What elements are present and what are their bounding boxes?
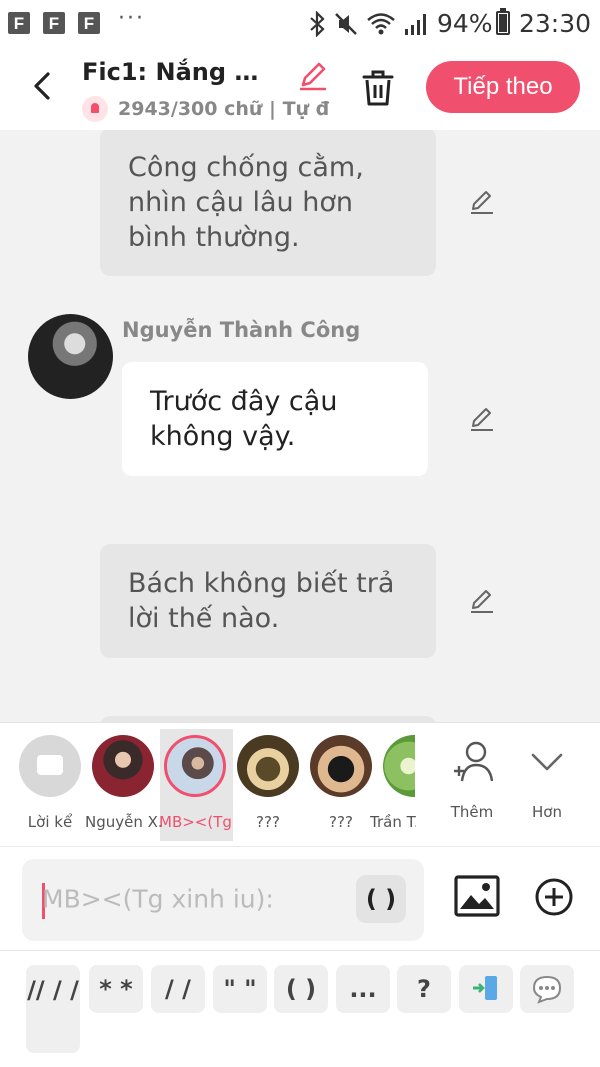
message-input[interactable]: MB><(Tg xinh iu): ( ) bbox=[22, 859, 424, 941]
input-placeholder: MB><(Tg xinh iu): bbox=[42, 884, 274, 914]
phone-transfer-icon bbox=[473, 976, 497, 1000]
facebook-notification-icon: F bbox=[8, 12, 30, 34]
next-button[interactable]: Tiếp theo bbox=[426, 61, 580, 113]
narration-bubble[interactable]: Công chống cằm, nhìn cậu lâu hơn bình th… bbox=[100, 130, 436, 276]
edit-message-pencil-icon[interactable] bbox=[468, 188, 496, 216]
phone-transfer-button[interactable] bbox=[459, 965, 513, 1013]
add-character-icon[interactable] bbox=[450, 739, 496, 785]
character-message-bubble[interactable]: Trước đây cậu không vậy. bbox=[122, 362, 428, 476]
word-count-text: 2943/300 chữ | Tự độ bbox=[118, 98, 330, 120]
more-label[interactable]: Hơn bbox=[516, 803, 578, 821]
character-avatar[interactable] bbox=[310, 735, 372, 797]
editor-header: Fic1: Nắng ấ... 2943/300 chữ | Tự độ Tiế… bbox=[0, 48, 600, 130]
facebook-notification-icon: F bbox=[43, 12, 65, 34]
parenthesis-button[interactable]: ( ) bbox=[356, 875, 406, 923]
word-count-line: 2943/300 chữ | Tự độ bbox=[82, 96, 330, 122]
character-label: ??? bbox=[256, 813, 280, 831]
bell-icon bbox=[82, 96, 108, 122]
character-selector: Lời kể Nguyễn X... MB><(Tg x... ??? ??? … bbox=[0, 722, 600, 846]
facebook-notification-icon: F bbox=[78, 12, 100, 34]
edit-title-pencil-icon[interactable] bbox=[296, 58, 330, 92]
character-label: ??? bbox=[329, 813, 353, 831]
symbol-shortcuts: // / / * * / / " " ( ) ... ? bbox=[0, 950, 600, 1067]
story-title[interactable]: Fic1: Nắng ấ... bbox=[82, 58, 272, 86]
character-label: Trần T... bbox=[370, 813, 416, 831]
character-avatar-selected[interactable] bbox=[164, 735, 226, 797]
symbol-button[interactable]: " " bbox=[213, 965, 267, 1013]
bluetooth-icon bbox=[310, 11, 325, 37]
image-icon[interactable] bbox=[454, 875, 500, 917]
add-character-label[interactable]: Thêm bbox=[440, 803, 504, 821]
character-avatar[interactable] bbox=[28, 314, 113, 399]
chat-area: Công chống cằm, nhìn cậu lâu hơn bình th… bbox=[0, 130, 600, 722]
symbol-button[interactable]: * * bbox=[89, 965, 143, 1013]
character-avatar[interactable] bbox=[237, 735, 299, 797]
edit-message-pencil-icon[interactable] bbox=[468, 587, 496, 615]
character-label: Lời kể bbox=[27, 813, 73, 831]
clock: 23:30 bbox=[519, 9, 592, 38]
chat-bubble-button[interactable] bbox=[520, 965, 574, 1013]
symbol-button[interactable]: ? bbox=[397, 965, 451, 1013]
symbol-button[interactable]: / / bbox=[151, 965, 205, 1013]
symbol-button[interactable]: ( ) bbox=[274, 965, 328, 1013]
symbol-button[interactable]: // / / bbox=[26, 965, 80, 1053]
signal-icon bbox=[405, 14, 426, 35]
status-bar: F F F ··· 94% 23:30 bbox=[0, 0, 600, 48]
story-editor-screen: F F F ··· 94% 23:30 Fic1: Nắng ấ... 2943… bbox=[0, 0, 600, 1067]
character-label: Nguyễn X... bbox=[85, 813, 161, 831]
chat-bubble-icon bbox=[532, 975, 562, 1004]
narration-bubble[interactable]: Bách không biết trả lời thế nào. bbox=[100, 544, 436, 658]
character-name: Nguyễn Thành Công bbox=[122, 318, 361, 342]
edit-message-pencil-icon[interactable] bbox=[468, 405, 496, 433]
character-avatar-partial[interactable] bbox=[383, 735, 415, 797]
message-input-bar: MB><(Tg xinh iu): ( ) bbox=[0, 846, 600, 950]
narrator-avatar[interactable] bbox=[19, 735, 81, 797]
character-avatar[interactable] bbox=[92, 735, 154, 797]
symbol-button[interactable]: ... bbox=[336, 965, 390, 1013]
trash-icon[interactable] bbox=[360, 68, 396, 108]
more-notifications-icon: ··· bbox=[118, 6, 145, 31]
chevron-down-icon[interactable] bbox=[530, 749, 564, 775]
status-icons bbox=[308, 10, 429, 38]
mute-icon bbox=[335, 13, 357, 35]
wifi-icon bbox=[367, 13, 395, 35]
add-circle-icon[interactable] bbox=[534, 877, 574, 917]
character-label: MB><(Tg x... bbox=[159, 813, 235, 831]
back-arrow-icon[interactable] bbox=[28, 68, 58, 104]
battery-percent: 94% bbox=[437, 9, 493, 38]
battery-icon bbox=[496, 8, 510, 35]
